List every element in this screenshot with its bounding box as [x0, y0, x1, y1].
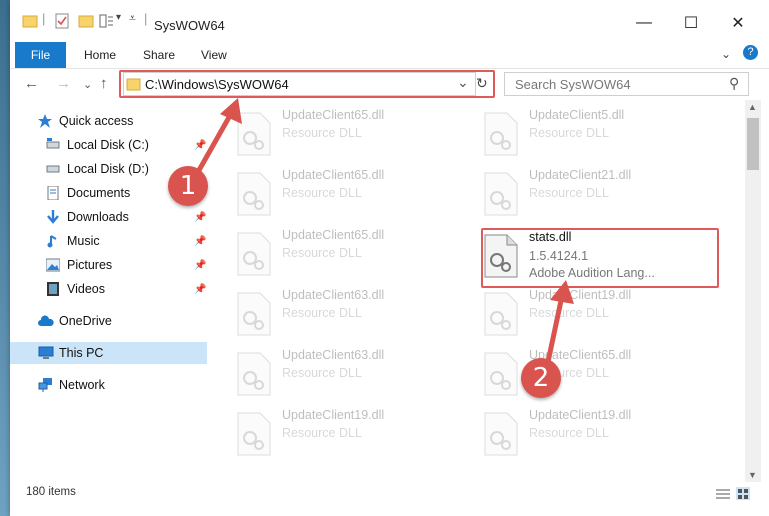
arrow-1-shaft — [195, 110, 235, 174]
arrow-1-head — [220, 98, 242, 124]
step-1-badge: 1 — [168, 166, 208, 206]
step-2-badge: 2 — [521, 358, 561, 398]
arrow-2-shaft — [545, 295, 565, 363]
arrow-2-head — [550, 280, 574, 304]
annotation-arrows — [195, 98, 574, 363]
